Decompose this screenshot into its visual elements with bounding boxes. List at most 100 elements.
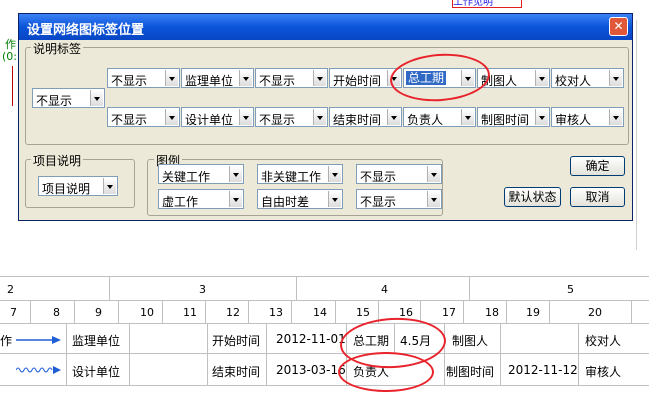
select-value: 不显示 [259,113,296,127]
bg-text-fragment: (0: [2,50,17,63]
chevron-down-icon [427,191,440,207]
row2-select-6[interactable]: 制图时间 [477,107,550,127]
scale-divider [162,300,163,323]
select-value: 自由时差 [261,195,310,209]
table-line [0,353,649,354]
table-line [0,385,649,386]
scale-number: 15 [356,306,370,319]
item-select[interactable]: 项目说明 [38,176,118,196]
table-divider [207,323,208,385]
select-value: 设计单位 [185,113,234,127]
drawer-label: 制图人 [452,334,489,348]
chevron-down-icon [239,70,252,86]
highlight-ellipse [338,352,434,392]
scale-divider [296,276,297,300]
checker-label: 校对人 [585,334,622,348]
chevron-down-icon [229,191,242,207]
row1-select-1[interactable]: 不显示 [107,68,180,88]
legend-critical-select[interactable]: 关键工作 [158,164,244,184]
scale-divider [549,300,550,323]
scale-number: 17 [442,306,456,319]
bg-line [12,66,13,106]
default-state-button[interactable]: 默认状态 [504,187,561,207]
critical-arrow-icon [16,336,61,344]
chevron-down-icon [90,90,103,106]
chevron-down-icon [165,109,178,125]
row1-select-2[interactable]: 监理单位 [181,68,254,88]
scale-number: 4 [381,283,388,296]
scale-divider [469,276,470,300]
legend-float-select[interactable]: 自由时差 [257,189,343,209]
row2-select-4[interactable]: 结束时间 [329,107,402,127]
chevron-down-icon [313,70,326,86]
design-unit-label: 设计单位 [72,365,121,379]
cancel-button[interactable]: 取消 [570,187,625,207]
row2-select-3[interactable]: 不显示 [255,107,328,127]
select-value: 监理单位 [185,74,234,88]
row2-select-1[interactable]: 不显示 [107,107,180,127]
bg-task-tag: 工作见明 [452,0,522,8]
item-group-title: 项目说明 [31,152,84,169]
scale-divider [109,276,110,300]
scale-divider [335,300,336,323]
scale-divider [506,300,507,323]
scale-number: 13 [269,306,283,319]
table-divider [266,323,267,385]
table-divider [578,323,579,385]
draw-time-value: 2012-11-12 [508,363,578,377]
select-value: 非关键工作 [261,170,322,184]
scale-number: 2 [7,283,14,296]
row2-select-7[interactable]: 审核人 [551,107,624,127]
scale-number: 18 [485,306,499,319]
close-button[interactable]: ✕ [609,17,628,36]
row2-select-2[interactable]: 设计单位 [181,107,254,127]
scale-number: 11 [183,306,197,319]
scale-number: 9 [95,306,102,319]
scale-number: 20 [588,306,602,319]
table-divider [129,323,130,385]
scale-number: 8 [53,306,60,319]
ok-button[interactable]: 确定 [570,156,625,176]
scale-line [0,300,649,301]
chevron-down-icon [328,166,341,182]
scale-number: 7 [10,306,17,319]
scale-divider [463,300,464,323]
select-value: 结束时间 [333,113,382,127]
draw-time-label: 制图时间 [446,365,495,379]
scale-divider [631,300,632,323]
legend-row1-select-3[interactable]: 不显示 [356,164,442,184]
chevron-down-icon [239,109,252,125]
select-value: 负责人 [407,113,444,127]
chevron-down-icon [609,70,622,86]
scale-number: 5 [567,283,574,296]
table-divider [500,323,501,385]
legend-noncritical-select[interactable]: 非关键工作 [257,164,343,184]
select-value: 不显示 [360,170,397,184]
scale-divider [118,300,119,323]
legend-dummy-select[interactable]: 虚工作 [158,189,244,209]
chevron-down-icon [535,109,548,125]
row1-select-7[interactable]: 校对人 [551,68,624,88]
scale-divider [248,300,249,323]
label-group-title: 说明标签 [31,40,84,57]
select-value: 不显示 [36,94,73,108]
start-time-label: 开始时间 [212,334,261,348]
scale-number: 12 [226,306,240,319]
row2-select-5[interactable]: 负责人 [403,107,476,127]
label-position-select[interactable]: 不显示 [32,88,105,108]
scale-number: 14 [313,306,327,319]
chevron-down-icon [427,166,440,182]
select-value: 制图时间 [481,113,530,127]
title-bar[interactable]: 设置网络图标签位置 ✕ [19,14,632,40]
legend-row2-select-3[interactable]: 不显示 [356,189,442,209]
scale-divider [74,300,75,323]
dialog-title: 设置网络图标签位置 [27,23,145,38]
chevron-down-icon [387,109,400,125]
wavy-arrow-icon [16,366,61,374]
bg-divider [636,20,637,250]
select-value: 虚工作 [162,195,199,209]
select-value: 不显示 [111,113,148,127]
scale-divider [205,300,206,323]
chevron-down-icon [103,178,116,194]
row1-select-3[interactable]: 不显示 [255,68,328,88]
